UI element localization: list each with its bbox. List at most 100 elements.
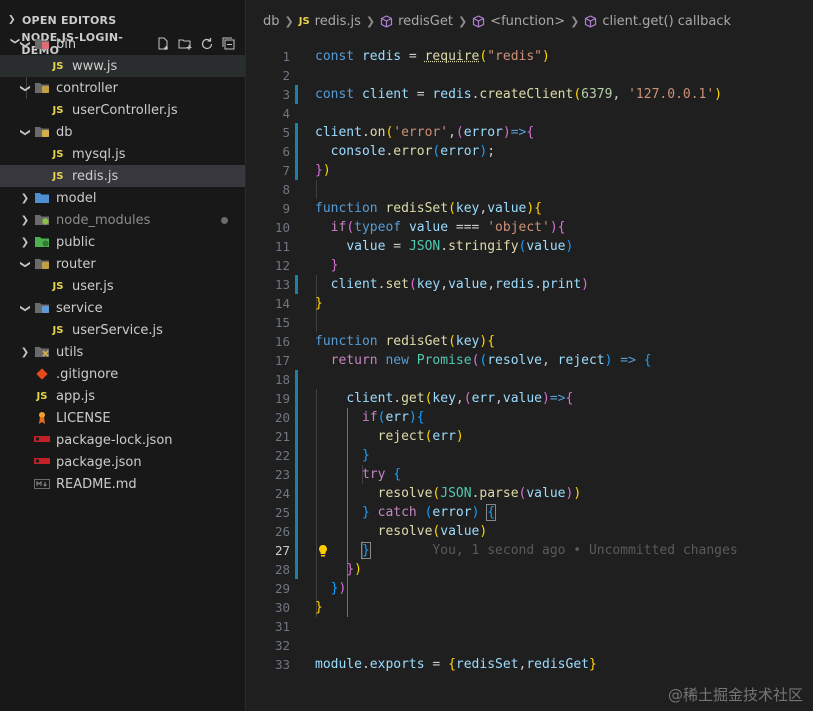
- chevron-right-icon: ❯: [20, 192, 30, 204]
- tree-file-readme-md[interactable]: README.md: [0, 473, 245, 495]
- tree-file-redis-js[interactable]: JS redis.js: [0, 165, 245, 187]
- chevron-right-icon: ❯: [284, 14, 294, 28]
- code-line: 14}: [274, 296, 323, 311]
- tree-file-package-lock-json[interactable]: package-lock.json: [0, 429, 245, 451]
- code-line: 18: [247, 370, 813, 389]
- code-line: 22 }: [274, 446, 370, 465]
- javascript-file-icon: JS: [52, 104, 64, 116]
- folder-icon: [32, 256, 52, 272]
- chevron-down-icon: ❯: [19, 127, 31, 137]
- tree-folder-model[interactable]: ❯ model: [0, 187, 245, 209]
- method-cube-icon: [381, 14, 393, 28]
- chevron-right-icon: ❯: [20, 346, 30, 358]
- tree-folder-service[interactable]: ❯ service: [0, 297, 245, 319]
- javascript-file-icon: JS: [52, 60, 64, 72]
- watermark: @稀土掘金技术社区: [667, 686, 803, 704]
- npm-icon: [32, 454, 52, 470]
- tree-file-userservice-js[interactable]: JS userService.js: [0, 319, 245, 341]
- breadcrumb-fn-redisget[interactable]: redisGet: [398, 14, 453, 29]
- breadcrumb: db ❯ JS redis.js ❯ redisGet ❯ <function>…: [247, 10, 813, 32]
- code-line: 17 return new Promise((resolve, reject) …: [274, 353, 652, 368]
- markdown-icon: [32, 476, 52, 492]
- code-line: 12 }: [274, 258, 339, 273]
- javascript-file-icon: JS: [52, 170, 64, 182]
- tree-folder-public[interactable]: ❯ public: [0, 231, 245, 253]
- code-line: 20 if(err){: [274, 408, 425, 427]
- tree-folder-utils[interactable]: ❯ utils: [0, 341, 245, 363]
- breadcrumb-fn-callback[interactable]: client.get() callback: [602, 14, 731, 29]
- tree-folder-controller[interactable]: ❯ controller: [0, 77, 245, 99]
- git-icon: [32, 366, 52, 382]
- explorer-sidebar: ❯ OPEN EDITORS ❯ NODE.JS-LOGIN-DEMO ❯ bi…: [0, 0, 246, 711]
- code-line: 26 resolve(value): [274, 522, 488, 541]
- code-line: 28 }): [274, 560, 362, 579]
- tree-folder-node-modules[interactable]: ❯ node_modules: [0, 209, 245, 231]
- code-line: 32: [274, 638, 290, 653]
- code-line: 9 function redisSet(key,value){: [282, 201, 543, 216]
- chevron-down-icon: ❯: [19, 83, 31, 93]
- code-line: 1 const redis = require("redis"): [282, 49, 550, 64]
- code-line: 31: [274, 619, 290, 634]
- folder-icon: [32, 212, 52, 228]
- javascript-file-icon: JS: [52, 148, 64, 160]
- tree-file-gitignore[interactable]: .gitignore: [0, 363, 245, 385]
- tree-file-app-js[interactable]: JS app.js: [0, 385, 245, 407]
- code-line: 5 client.on('error',(error)=>{: [282, 123, 535, 142]
- chevron-right-icon: ❯: [8, 15, 16, 25]
- code-line: 21 reject(err): [274, 427, 464, 446]
- chevron-right-icon: ❯: [365, 14, 376, 28]
- javascript-file-icon: JS: [52, 280, 64, 292]
- tree-folder-bin[interactable]: ❯ bin: [0, 33, 245, 55]
- code-line: 4: [282, 106, 290, 121]
- chevron-down-icon: ❯: [19, 39, 31, 49]
- code-line: 30}: [274, 600, 323, 615]
- npm-icon: [32, 432, 52, 448]
- method-cube-icon: [473, 14, 485, 28]
- code-line: 13 client.set(key,value,redis.print): [274, 275, 589, 294]
- code-line: 29 }): [274, 581, 347, 596]
- code-line-active: 27 } You, 1 second ago • Uncommitted cha…: [274, 541, 738, 560]
- tree-folder-router[interactable]: ❯ router: [0, 253, 245, 275]
- breadcrumb-fn-anonymous[interactable]: <function>: [490, 14, 565, 29]
- folder-icon: [32, 344, 52, 360]
- method-cube-icon: [585, 14, 597, 28]
- code-line: 25 } catch (error) {: [274, 503, 497, 522]
- chevron-down-icon: ❯: [19, 259, 31, 269]
- javascript-file-icon: JS: [52, 324, 64, 336]
- ignored-dot-icon: [221, 216, 228, 224]
- code-line: 24 resolve(JSON.parse(value)): [274, 484, 582, 503]
- code-line: 6 console.error(error);: [282, 142, 496, 161]
- file-tree: ❯ bin JS www.js ❯ controller JS userCont…: [0, 33, 245, 495]
- tree-file-user-js[interactable]: JS user.js: [0, 275, 245, 297]
- code-area[interactable]: 1 const redis = require("redis") 2 3 const…: [247, 47, 813, 674]
- tree-folder-db[interactable]: ❯ db: [0, 121, 245, 143]
- chevron-right-icon: ❯: [570, 14, 580, 28]
- breadcrumb-file[interactable]: redis.js: [315, 14, 361, 29]
- tree-file-package-json[interactable]: package.json: [0, 451, 245, 473]
- tree-file-usercontroller-js[interactable]: JS userController.js: [0, 99, 245, 121]
- code-line: 7}): [282, 161, 331, 180]
- tree-file-www-js[interactable]: JS www.js: [0, 55, 245, 77]
- code-line: 15: [274, 315, 290, 330]
- breadcrumb-folder[interactable]: db: [263, 14, 280, 29]
- code-editor[interactable]: db ❯ JS redis.js ❯ redisGet ❯ <function>…: [247, 0, 813, 711]
- open-editors-header[interactable]: ❯ OPEN EDITORS: [0, 9, 245, 31]
- open-editors-label: OPEN EDITORS: [22, 13, 117, 27]
- folder-icon: [32, 190, 52, 206]
- chevron-right-icon: ❯: [20, 214, 30, 226]
- code-line: 16 function redisGet(key){: [274, 334, 496, 349]
- folder-icon: [32, 36, 52, 52]
- tree-file-license[interactable]: LICENSE: [0, 407, 245, 429]
- tree-file-mysql-js[interactable]: JS mysql.js: [0, 143, 245, 165]
- code-line: 23 try {: [274, 465, 402, 484]
- license-icon: [32, 410, 52, 426]
- code-line: 19 client.get(key,(err,value)=>{: [274, 389, 574, 408]
- folder-icon: [32, 234, 52, 250]
- javascript-file-icon: JS: [298, 15, 310, 27]
- folder-icon: [32, 300, 52, 316]
- chevron-down-icon: ❯: [19, 303, 31, 313]
- folder-icon: [32, 80, 52, 96]
- code-line: 11 value = JSON.stringify(value): [274, 239, 574, 254]
- folder-icon: [32, 124, 52, 140]
- code-line: 33 module.exports = {redisSet,redisGet}: [274, 657, 597, 672]
